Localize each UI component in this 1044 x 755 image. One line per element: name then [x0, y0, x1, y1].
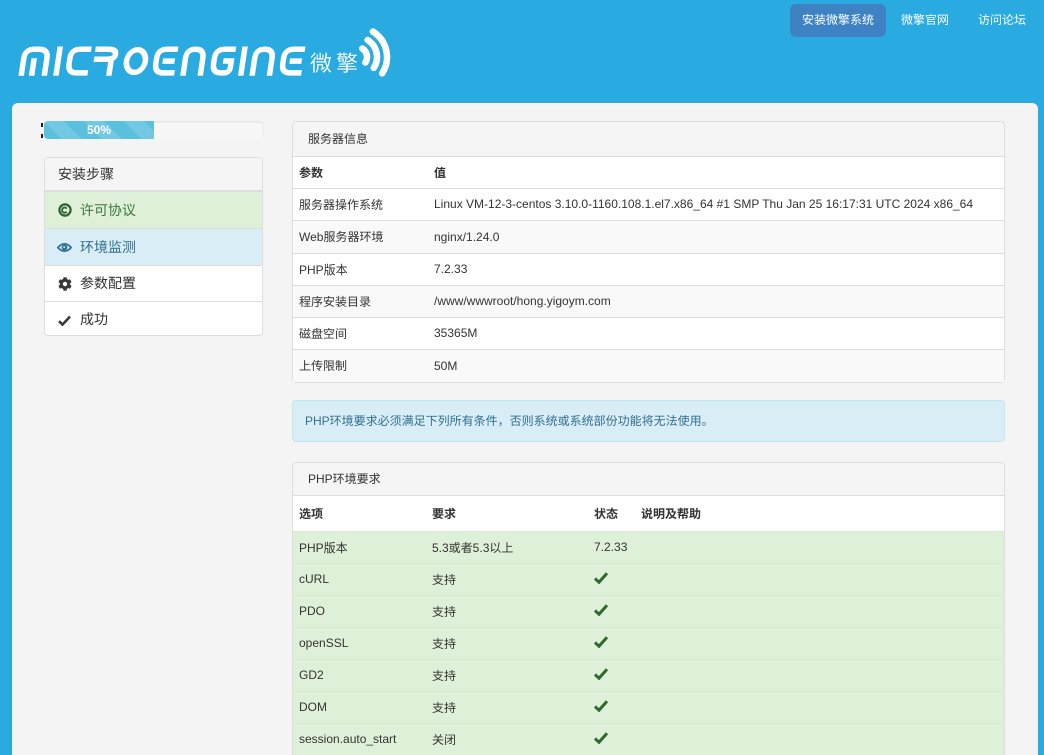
svg-text:微擎: 微擎: [310, 46, 362, 78]
